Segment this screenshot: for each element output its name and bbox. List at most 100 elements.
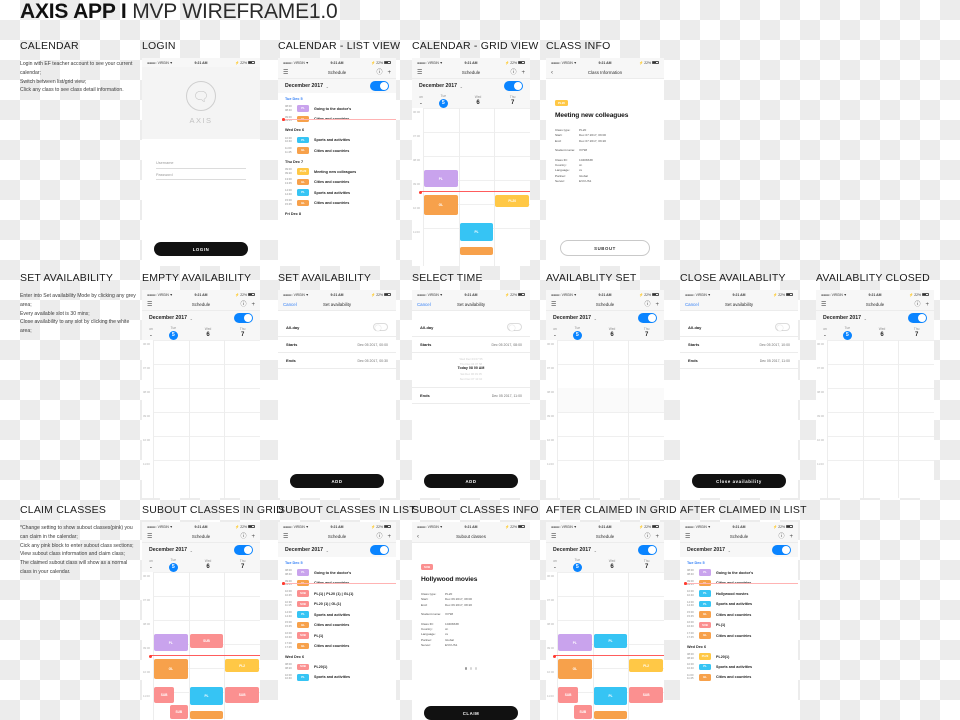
list-item[interactable]: 14:00 14:40 PL Sports and activities bbox=[278, 187, 396, 197]
list-item[interactable]: 15:00 15:45 GL Cities and countries bbox=[680, 609, 798, 619]
ends-row[interactable]: Ends Dec 05 2017, 11:00 bbox=[680, 353, 798, 369]
day-column-1[interactable] bbox=[188, 340, 225, 498]
event-block[interactable]: SUB bbox=[558, 687, 579, 703]
availability-slot[interactable] bbox=[629, 388, 664, 412]
info-icon[interactable]: ⓘ bbox=[914, 302, 920, 308]
list-item[interactable]: 10:00 10:40 PL Hollywood movies bbox=[680, 588, 798, 598]
plus-icon[interactable]: + bbox=[387, 70, 391, 76]
day-column-1[interactable] bbox=[592, 340, 629, 498]
list-item[interactable]: 14:00 14:40 PL Sports and activities bbox=[680, 599, 798, 609]
ends-row[interactable]: Ends Dec 05 2017, 00:30 bbox=[278, 353, 396, 369]
weekday-col-wed[interactable]: Wed 6 bbox=[461, 95, 496, 106]
hamburger-icon[interactable]: ☰ bbox=[417, 70, 422, 76]
day-column-0[interactable] bbox=[557, 340, 593, 498]
claim-button[interactable]: CLAIM bbox=[424, 706, 518, 720]
availability-slot[interactable] bbox=[558, 388, 593, 412]
day-column-2[interactable] bbox=[494, 108, 530, 266]
weekday-col-thu[interactable]: Thu 7 bbox=[225, 559, 260, 570]
list-item[interactable]: 08:00 08:20 PL20 PL20(1) bbox=[680, 651, 798, 661]
info-icon[interactable]: ⓘ bbox=[240, 534, 246, 540]
day-column-0[interactable] bbox=[827, 340, 863, 498]
back-chevron-icon[interactable]: ‹ bbox=[417, 534, 419, 540]
weekday-col-wed[interactable]: Wed 6 bbox=[865, 327, 900, 338]
username-input[interactable]: Username bbox=[156, 157, 246, 169]
weekday-col-tue[interactable]: Tue 5 bbox=[830, 326, 865, 340]
event-block[interactable] bbox=[459, 247, 494, 255]
list-item[interactable]: 15:00 15:45 GL Cities and countries bbox=[278, 198, 396, 208]
list-item[interactable]: 10:00 10:40 PL Sports and activities bbox=[278, 135, 396, 145]
list-item[interactable]: 09:00 09:45 GL Cities and countries bbox=[278, 578, 396, 588]
list-item[interactable]: 09:00 09:45 GL Cities and countries bbox=[680, 578, 798, 588]
event-block[interactable]: SUB bbox=[170, 705, 188, 719]
event-block[interactable]: PL bbox=[424, 170, 458, 187]
day-column-1[interactable] bbox=[458, 108, 495, 266]
chevron-down-icon[interactable]: ⌄ bbox=[460, 84, 463, 89]
starts-row[interactable]: Starts Dec 05 2017, 00:00 bbox=[278, 337, 396, 353]
event-block[interactable] bbox=[593, 711, 628, 719]
event-block[interactable]: PL20 bbox=[495, 195, 529, 207]
carousel-dot[interactable] bbox=[469, 667, 473, 670]
starts-row[interactable]: Starts Dec 05 2017, 08:00 bbox=[412, 337, 530, 353]
list-item[interactable]: 10:00 10:40 PL Sports and activities bbox=[278, 672, 396, 682]
view-toggle[interactable] bbox=[370, 80, 389, 92]
availability-slot[interactable] bbox=[593, 388, 629, 412]
weekday-col-wed[interactable]: Wed 6 bbox=[191, 327, 226, 338]
chevron-down-icon[interactable]: ⌄ bbox=[728, 548, 731, 553]
list-item[interactable]: 17:00 17:45 GL Cities and countries bbox=[680, 630, 798, 640]
allday-toggle[interactable] bbox=[373, 323, 388, 331]
hamburger-icon[interactable]: ☰ bbox=[551, 534, 556, 540]
event-block[interactable]: PL bbox=[558, 634, 592, 651]
view-toggle[interactable] bbox=[908, 312, 927, 324]
list-item[interactable]: 17:00 17:45 GL Cities and countries bbox=[278, 641, 396, 651]
weekday-col-thu[interactable]: Thu 7 bbox=[225, 327, 260, 338]
event-block[interactable]: PL2 bbox=[225, 659, 259, 672]
day-column-2[interactable] bbox=[224, 340, 260, 498]
list-item[interactable]: 11:00 11:45 GL Cities and countries bbox=[680, 672, 798, 682]
event-block[interactable]: GL bbox=[424, 195, 458, 215]
plus-icon[interactable]: + bbox=[387, 534, 391, 540]
cancel-button[interactable]: Cancel bbox=[417, 302, 431, 307]
info-icon[interactable]: ⓘ bbox=[376, 70, 382, 76]
day-column-2[interactable] bbox=[628, 340, 664, 498]
list-item[interactable]: 16:00 16:40 SUB PL(1) bbox=[680, 620, 798, 630]
starts-row[interactable]: Starts Dec 05 2017, 10:00 bbox=[680, 337, 798, 353]
weekday-col-thu[interactable]: Thu 7 bbox=[495, 95, 530, 106]
list-item[interactable]: 13:00 13:45 GL Cities and countries bbox=[278, 177, 396, 187]
event-block[interactable]: GL bbox=[558, 659, 592, 679]
event-block[interactable]: SUB bbox=[225, 687, 259, 703]
weekday-col-tue[interactable]: Tue 5 bbox=[426, 94, 461, 108]
weekday-col-wed[interactable]: Wed 6 bbox=[595, 327, 630, 338]
cancel-button[interactable]: Cancel bbox=[685, 302, 699, 307]
view-toggle[interactable] bbox=[234, 312, 253, 324]
subout-button[interactable]: SUBOUT bbox=[560, 240, 650, 256]
weekday-col-tue[interactable]: Tue 5 bbox=[156, 326, 191, 340]
list-item[interactable]: 08:00 08:40 PL Going to the doctor's bbox=[680, 568, 798, 578]
day-column-2[interactable] bbox=[898, 340, 934, 498]
weekday-col-thu[interactable]: Thu 7 bbox=[629, 327, 664, 338]
chevron-down-icon[interactable]: ⌄ bbox=[594, 316, 597, 321]
weekday-col-wed[interactable]: Wed 6 bbox=[595, 559, 630, 570]
weekday-col-tue[interactable]: Tue 5 bbox=[560, 558, 595, 572]
list-item[interactable]: 15:00 15:45 GL Cities and countries bbox=[278, 620, 396, 630]
list-item[interactable]: 10:00 10:45 SUB PL(1) | PL20 (1) | GL(1) bbox=[278, 588, 396, 598]
view-toggle[interactable] bbox=[638, 312, 657, 324]
day-column-0[interactable] bbox=[153, 340, 189, 498]
cancel-button[interactable]: Cancel bbox=[283, 302, 297, 307]
view-toggle[interactable] bbox=[234, 544, 253, 556]
view-toggle[interactable] bbox=[772, 544, 791, 556]
allday-row[interactable]: All-day bbox=[412, 318, 530, 337]
plus-icon[interactable]: + bbox=[251, 302, 255, 308]
carousel-dot[interactable] bbox=[474, 667, 478, 670]
back-chevron-icon[interactable]: ‹ bbox=[551, 70, 553, 76]
allday-row[interactable]: All-day bbox=[680, 318, 798, 337]
weekday-col-tue[interactable]: Tue 5 bbox=[560, 326, 595, 340]
event-block[interactable]: SUB bbox=[629, 687, 663, 703]
plus-icon[interactable]: + bbox=[655, 534, 659, 540]
weekday-col-wed[interactable]: Wed 6 bbox=[191, 559, 226, 570]
chevron-down-icon[interactable]: ⌄ bbox=[326, 548, 329, 553]
event-block[interactable] bbox=[189, 711, 224, 719]
view-toggle[interactable] bbox=[504, 80, 523, 92]
hamburger-icon[interactable]: ☰ bbox=[147, 302, 152, 308]
list-item[interactable]: 08:00 08:40 PL Going to the doctor's bbox=[278, 104, 396, 114]
hamburger-icon[interactable]: ☰ bbox=[147, 534, 152, 540]
